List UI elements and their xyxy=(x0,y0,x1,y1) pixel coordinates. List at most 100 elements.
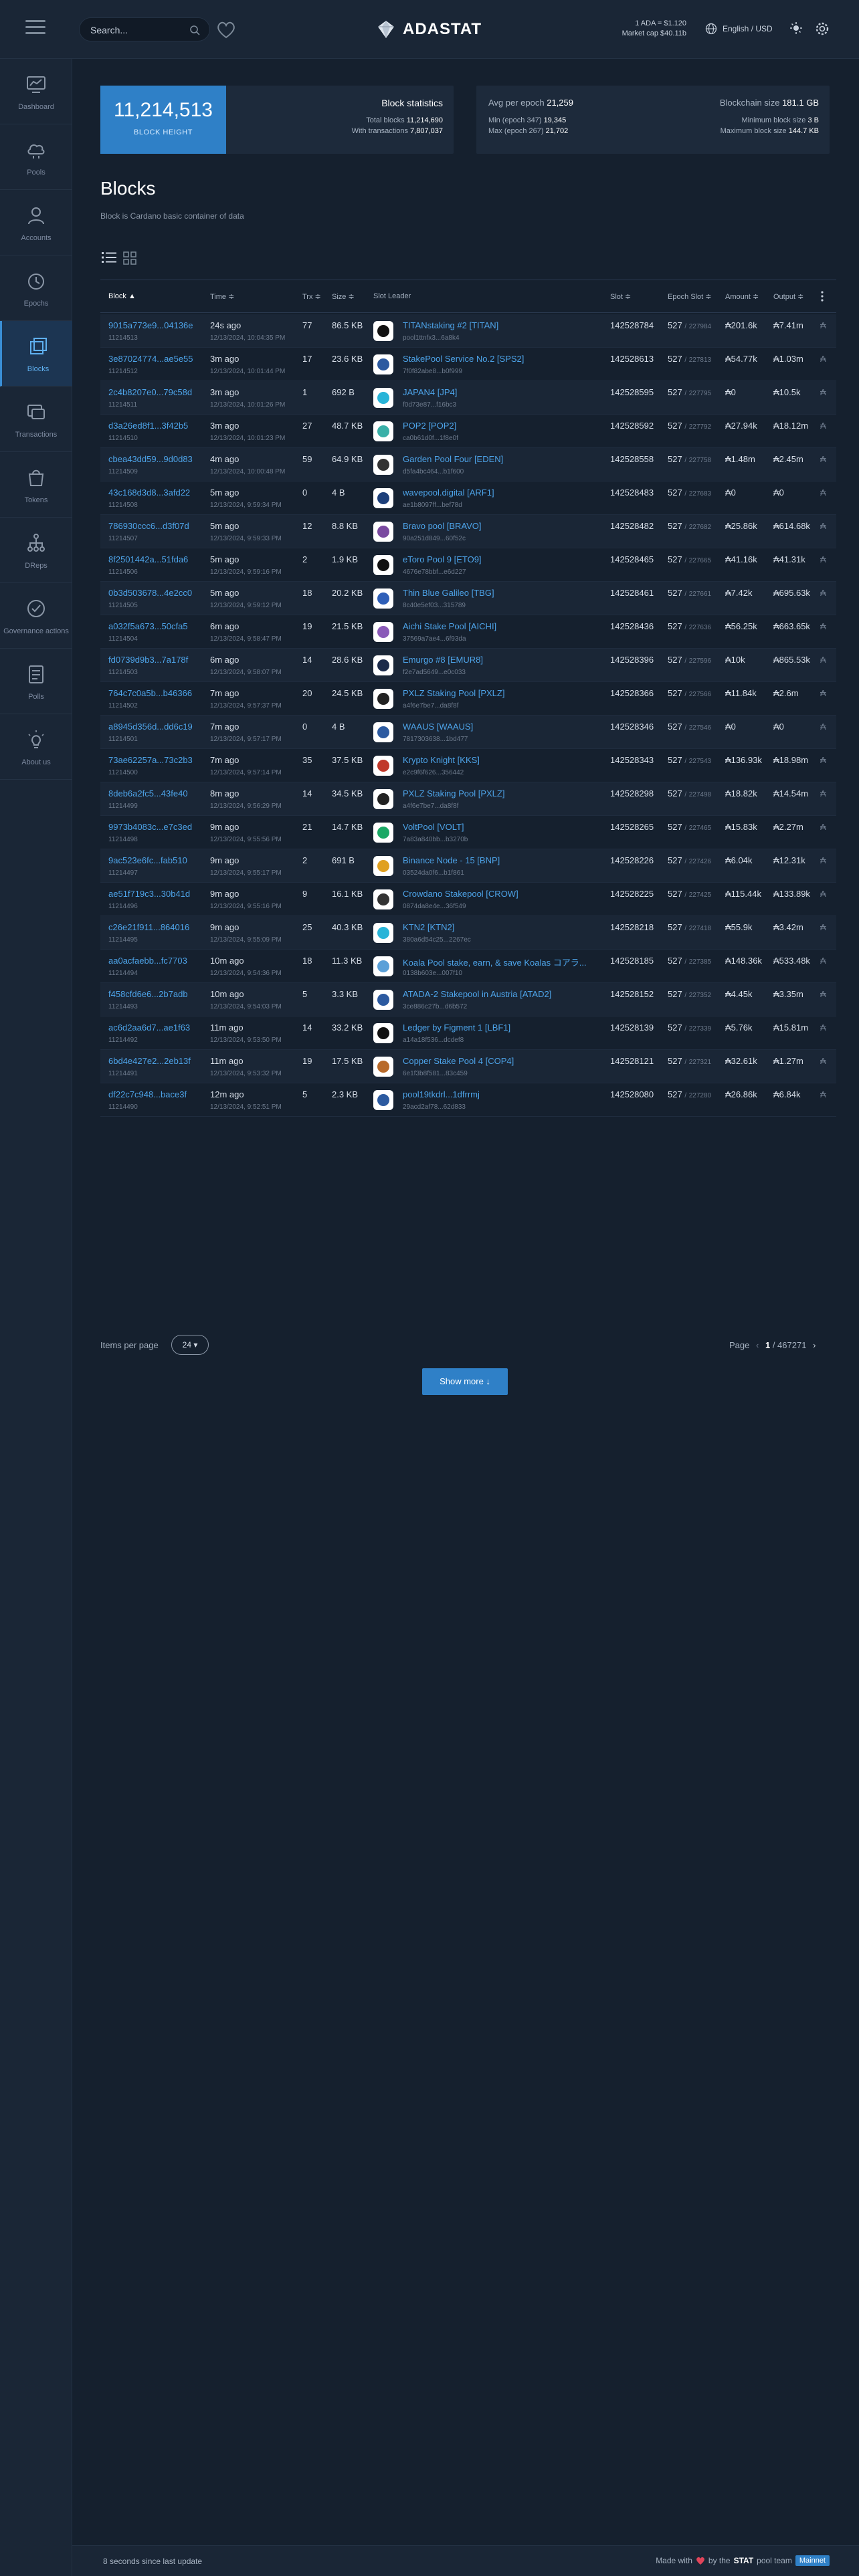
pool-name-link[interactable]: VoltPool [VOLT] xyxy=(403,822,464,832)
header-txs[interactable]: Trx ≑ xyxy=(302,292,321,301)
globe-icon[interactable] xyxy=(705,23,717,35)
pool-name-link[interactable]: Emurgo #8 [EMUR8] xyxy=(403,655,483,665)
row-more-icon[interactable]: ₳ xyxy=(820,922,826,932)
search-input[interactable] xyxy=(90,23,184,37)
prev-page-icon[interactable]: ‹ xyxy=(756,1340,759,1350)
block-height[interactable]: 11214492 xyxy=(108,1037,138,1044)
block-height[interactable]: 11214494 xyxy=(108,970,138,977)
pool-name-link[interactable]: ATADA-2 Stakepool in Austria [ATAD2] xyxy=(403,989,551,999)
pool-avatar-icon[interactable] xyxy=(373,990,393,1010)
block-height[interactable]: 11214497 xyxy=(108,869,138,877)
block-height[interactable]: 11214495 xyxy=(108,936,138,944)
block-hash-link[interactable]: 6bd4e427e2...2eb13f xyxy=(108,1056,191,1066)
row-more-icon[interactable]: ₳ xyxy=(820,588,826,598)
epoch-number[interactable]: 527 xyxy=(668,755,682,765)
epoch-number[interactable]: 527 xyxy=(668,1023,682,1033)
pool-avatar-icon[interactable] xyxy=(373,722,393,742)
block-hash-link[interactable]: d3a26ed8f1...3f42b5 xyxy=(108,421,188,431)
block-hash-link[interactable]: f458cfd6e6...2b7adb xyxy=(108,989,188,999)
epoch-number[interactable]: 527 xyxy=(668,421,682,431)
block-height[interactable]: 11214503 xyxy=(108,669,138,676)
pool-name-link[interactable]: Krypto Knight [KKS] xyxy=(403,755,480,765)
epoch-number[interactable]: 527 xyxy=(668,354,682,364)
pool-name-link[interactable]: Garden Pool Four [EDEN] xyxy=(403,454,503,464)
row-more-icon[interactable]: ₳ xyxy=(820,1023,826,1033)
block-height[interactable]: 11214504 xyxy=(108,635,138,643)
page-number[interactable]: 1 xyxy=(765,1340,770,1350)
logo[interactable]: ADASTAT xyxy=(376,17,482,41)
pool-name-link[interactable]: POP2 [POP2] xyxy=(403,421,456,431)
sidebar-item-blocks[interactable]: Blocks xyxy=(0,321,72,387)
pool-name-link[interactable]: PXLZ Staking Pool [PXLZ] xyxy=(403,788,504,798)
stat-text[interactable]: STAT xyxy=(734,2556,754,2565)
sidebar-item-accounts[interactable]: Accounts xyxy=(0,190,72,255)
grid-view-icon[interactable] xyxy=(123,251,136,265)
block-height[interactable]: 11214502 xyxy=(108,702,138,710)
epoch-number[interactable]: 527 xyxy=(668,554,682,564)
row-more-icon[interactable]: ₳ xyxy=(820,788,826,798)
block-height[interactable]: 11214498 xyxy=(108,836,138,843)
row-more-icon[interactable]: ₳ xyxy=(820,1089,826,1099)
row-more-icon[interactable]: ₳ xyxy=(820,889,826,899)
row-more-icon[interactable]: ₳ xyxy=(820,956,826,966)
search-box[interactable] xyxy=(79,17,210,41)
row-more-icon[interactable]: ₳ xyxy=(820,554,826,564)
pool-name-link[interactable]: Ledger by Figment 1 [LBF1] xyxy=(403,1023,510,1033)
header-epoch-slot[interactable]: Epoch Slot ≑ xyxy=(668,292,711,301)
pool-avatar-icon[interactable] xyxy=(373,488,393,508)
header-slot[interactable]: Slot ≑ xyxy=(610,292,631,301)
block-hash-link[interactable]: ac6d2aa6d7...ae1f63 xyxy=(108,1023,190,1033)
epoch-number[interactable]: 527 xyxy=(668,822,682,832)
block-height[interactable]: 11214499 xyxy=(108,802,138,810)
row-more-icon[interactable]: ₳ xyxy=(820,822,826,832)
block-hash-link[interactable]: df22c7c948...bace3f xyxy=(108,1089,187,1099)
search-icon[interactable] xyxy=(189,25,200,35)
row-more-icon[interactable]: ₳ xyxy=(820,421,826,431)
pool-avatar-icon[interactable] xyxy=(373,588,393,609)
pool-name-link[interactable]: StakePool Service No.2 [SPS2] xyxy=(403,354,524,364)
block-hash-link[interactable]: a032f5a673...50cfa5 xyxy=(108,621,188,631)
block-height[interactable]: 11214500 xyxy=(108,769,138,776)
block-hash-link[interactable]: aa0acfaebb...fc7703 xyxy=(108,956,187,966)
favorite-heart-icon[interactable] xyxy=(214,17,238,41)
language-selector[interactable]: English / USD xyxy=(723,24,773,33)
menu-icon[interactable] xyxy=(25,20,45,37)
pool-name-link[interactable]: Koala Pool stake, earn, & save Koalas コア… xyxy=(403,956,587,968)
epoch-number[interactable]: 527 xyxy=(668,788,682,798)
block-height[interactable]: 11214509 xyxy=(108,468,138,475)
pool-avatar-icon[interactable] xyxy=(373,889,393,909)
row-more-icon[interactable]: ₳ xyxy=(820,454,826,464)
sidebar-item-dreps[interactable]: DReps xyxy=(0,518,72,583)
epoch-number[interactable]: 527 xyxy=(668,588,682,598)
pool-name-link[interactable]: Crowdano Stakepool [CROW] xyxy=(403,889,518,899)
sidebar-item-pools[interactable]: Pools xyxy=(0,124,72,190)
epoch-number[interactable]: 527 xyxy=(668,889,682,899)
pool-avatar-icon[interactable] xyxy=(373,655,393,675)
sidebar-item-epochs[interactable]: Epochs xyxy=(0,255,72,321)
header-size[interactable]: Size ≑ xyxy=(332,292,355,301)
epoch-number[interactable]: 527 xyxy=(668,320,682,330)
pool-name-link[interactable]: Aichi Stake Pool [AICHI] xyxy=(403,621,496,631)
epoch-number[interactable]: 527 xyxy=(668,1056,682,1066)
epoch-number[interactable]: 527 xyxy=(668,454,682,464)
list-view-icon[interactable] xyxy=(102,251,116,263)
pool-avatar-icon[interactable] xyxy=(373,622,393,642)
epoch-number[interactable]: 527 xyxy=(668,387,682,397)
pool-avatar-icon[interactable] xyxy=(373,856,393,876)
pool-avatar-icon[interactable] xyxy=(373,956,393,976)
show-more-button[interactable]: Show more ↓ xyxy=(422,1368,508,1395)
pool-avatar-icon[interactable] xyxy=(373,522,393,542)
block-height[interactable]: 11214505 xyxy=(108,602,138,609)
row-more-icon[interactable]: ₳ xyxy=(820,387,826,397)
pool-name-link[interactable]: WAAUS [WAAUS] xyxy=(403,722,473,732)
epoch-number[interactable]: 527 xyxy=(668,688,682,698)
block-hash-link[interactable]: 786930ccc6...d3f07d xyxy=(108,521,189,531)
pool-avatar-icon[interactable] xyxy=(373,689,393,709)
pool-avatar-icon[interactable] xyxy=(373,421,393,441)
row-more-icon[interactable]: ₳ xyxy=(820,688,826,698)
pool-avatar-icon[interactable] xyxy=(373,823,393,843)
pool-avatar-icon[interactable] xyxy=(373,1057,393,1077)
epoch-number[interactable]: 527 xyxy=(668,488,682,498)
block-hash-link[interactable]: 8f2501442a...51fda6 xyxy=(108,554,188,564)
row-more-icon[interactable]: ₳ xyxy=(820,855,826,865)
